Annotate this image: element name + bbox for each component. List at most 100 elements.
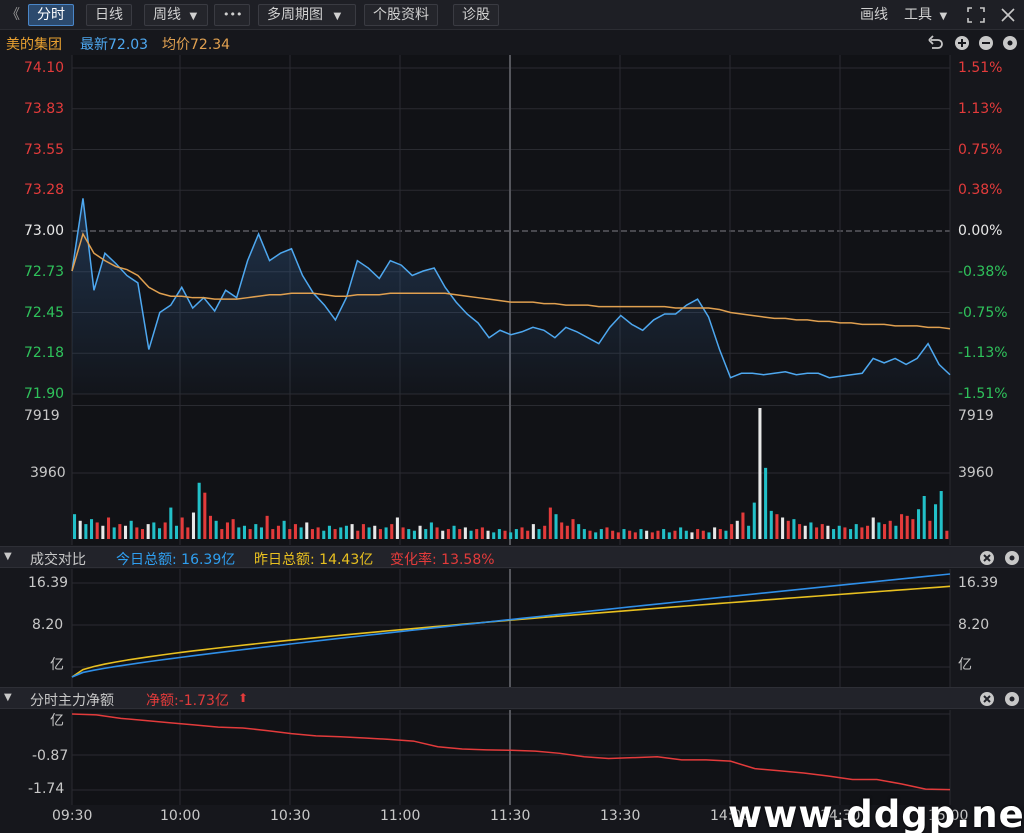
volume-chart[interactable] [0,405,1024,545]
volume-bar [333,529,337,539]
period-select[interactable]: 周线 ▼ [144,4,208,26]
tab-daily[interactable]: 日线 [86,4,132,26]
volume-bar [684,530,688,539]
volume-bar [849,529,853,539]
price-tick-label: 72.45 [24,304,65,321]
stock-info-bar: 美的集团 最新72.03 均价72.34 [0,31,1024,55]
volume-bar [764,467,768,539]
more-button[interactable]: ••• [214,4,250,26]
volume-bar [203,492,207,539]
volume-bar [186,527,190,539]
volume-bar [860,527,864,539]
volume-axis-mid-left: 3960 [30,465,66,481]
multi-period-button[interactable]: 多周期图 ▼ [258,4,356,26]
settings-icon[interactable] [1003,36,1017,50]
volume-bar [667,532,671,539]
volume-bar [129,520,133,539]
volume-bar [344,525,348,539]
volume-bar [310,529,314,539]
volume-bar [497,529,501,539]
compare-axis-top-left: 16.39 [28,575,69,591]
top-toolbar: 《 分时 日线 周线 ▼ ••• 多周期图 ▼ 个股资料 诊股 画线 工具 ▼ [0,0,1024,30]
volume-bar [480,527,484,539]
settings-icon[interactable] [1005,692,1019,706]
volume-bar [520,527,524,539]
arrow-up-icon: ⬆ [238,691,249,705]
draw-line-button[interactable]: 画线 [860,5,888,25]
volume-bar [786,520,790,539]
percent-tick-label: 0.00% [958,223,1003,239]
volume-bar [945,530,949,539]
diagnose-button[interactable]: 诊股 [453,4,499,26]
volume-bar [735,520,739,539]
volume-bar [713,527,717,539]
section-controls [980,551,1019,565]
volume-bar [174,525,179,539]
volume-bar [628,530,632,539]
volume-bar [934,504,938,539]
volume-bar [888,520,892,539]
volume-bar [208,515,213,539]
volume-bar [928,520,932,539]
tools-menu[interactable]: 工具 ▼ [904,5,947,25]
close-icon[interactable] [998,6,1018,24]
volume-bar [305,522,309,539]
collapse-section-icon[interactable]: ▼ [4,692,12,703]
volume-bar [939,491,943,539]
volume-bar [412,530,416,539]
volume-bar [843,527,847,539]
volume-bar [327,525,331,539]
volume-bar [832,529,836,539]
volume-bar [565,525,569,539]
price-tick-label: 71.90 [24,386,65,402]
volume-bar [611,530,615,539]
volume-bar [917,509,921,539]
volume-bar [707,532,711,539]
percent-tick-label: 0.38% [958,182,1003,199]
volume-axis-top-right: 7919 [958,408,994,424]
watermark: www.ddgp.net [728,793,1024,833]
amount-compare-chart[interactable] [0,569,1024,687]
stock-profile-button[interactable]: 个股资料 [364,4,438,26]
collapse-section-icon[interactable]: ▼ [4,551,12,562]
fullscreen-icon[interactable] [966,6,986,24]
volume-bar [373,525,377,539]
volume-bar [429,522,433,539]
volume-axis-top-left: 7919 [24,408,60,424]
volume-bar [78,520,82,539]
price-tick-label: 72.18 [24,345,65,362]
undo-icon[interactable] [928,35,943,49]
chart-controls [928,35,1017,50]
price-chart[interactable] [0,55,1024,405]
section-controls [980,692,1019,706]
collapse-icon[interactable]: 《 [6,5,20,25]
settings-icon[interactable] [1005,551,1019,565]
volume-bar [265,515,269,539]
close-section-icon[interactable] [980,551,994,565]
compare-axis-mid-right: 8.20 [958,617,990,633]
volume-bar [769,510,773,539]
zoom-out-icon[interactable] [979,36,993,50]
close-section-icon[interactable] [980,692,994,706]
volume-bar [537,529,541,539]
volume-bar [395,517,399,539]
tab-intraday[interactable]: 分时 [28,4,74,26]
volume-bar [435,527,439,539]
volume-bar [922,495,926,539]
volume-bar [577,524,581,539]
volume-bar [900,514,904,539]
zoom-in-icon[interactable] [955,36,969,50]
volume-bar [656,530,660,539]
price-tick-label: 72.73 [24,263,65,280]
volume-bar [503,530,507,539]
netflow-chart[interactable] [0,710,1024,805]
volume-bar [803,525,807,539]
volume-bar [690,532,694,539]
percent-tick-label: 1.51% [958,60,1003,76]
volume-bar [271,529,275,539]
volume-bar [820,524,824,539]
volume-bar [594,532,598,539]
volume-bar [242,525,246,539]
change-rate: 变化率: 13.58% [390,552,495,568]
net-amount: 净额:-1.73亿 [146,693,229,709]
